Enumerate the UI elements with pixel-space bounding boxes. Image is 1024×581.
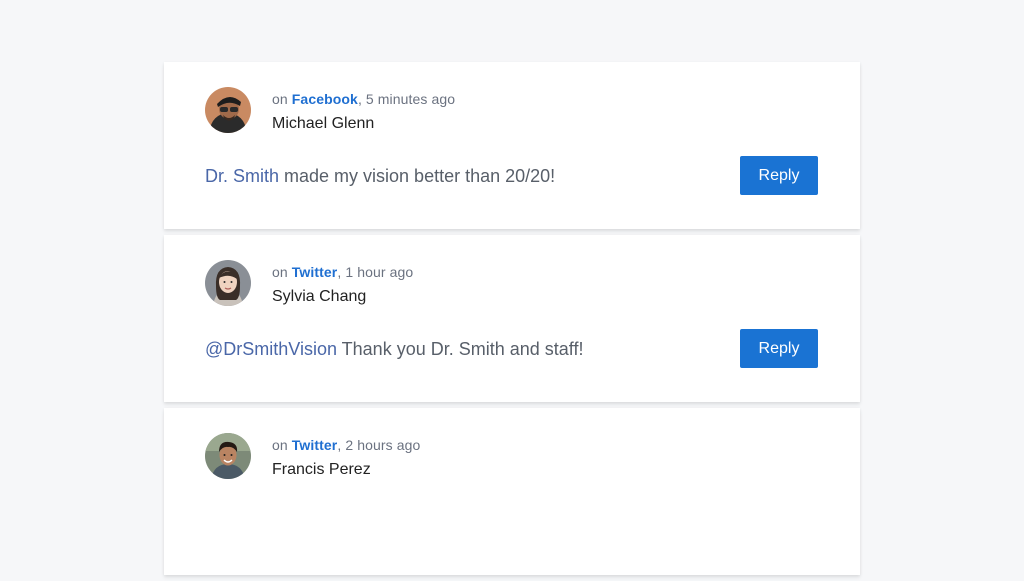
meta-prefix: on: [272, 437, 288, 453]
platform-link[interactable]: Twitter: [292, 437, 338, 453]
author-name: Michael Glenn: [272, 115, 375, 132]
meta-prefix: on: [272, 264, 288, 280]
review-message: Dr. Smith made my vision better than 20/…: [205, 166, 555, 187]
avatar[interactable]: [205, 87, 251, 133]
message-lead[interactable]: @DrSmithVision: [205, 339, 337, 359]
review-feed: on Facebook, 5 minutes ago Michael Glenn…: [164, 62, 860, 581]
review-time: , 2 hours ago: [337, 437, 421, 453]
message-text: Thank you Dr. Smith and staff!: [336, 339, 584, 359]
author-name: Sylvia Chang: [272, 288, 367, 305]
reply-button[interactable]: Reply: [740, 329, 818, 368]
review-card: on Facebook, 5 minutes ago Michael Glenn…: [164, 62, 860, 229]
meta-prefix: on: [272, 91, 288, 107]
author-name: Francis Perez: [272, 461, 371, 478]
reply-button[interactable]: Reply: [740, 156, 818, 195]
review-time: , 5 minutes ago: [357, 91, 456, 107]
review-card: on Twitter, 1 hour ago Sylvia Chang @DrS…: [164, 235, 860, 402]
message-lead: Dr. Smith: [205, 166, 280, 186]
avatar[interactable]: [205, 260, 251, 306]
avatar[interactable]: [205, 433, 251, 479]
platform-link[interactable]: Facebook: [292, 91, 358, 107]
review-meta: on Twitter, 2 hours ago: [272, 437, 420, 453]
review-meta: on Facebook, 5 minutes ago: [272, 91, 455, 107]
review-message: @DrSmithVision Thank you Dr. Smith and s…: [205, 339, 583, 360]
message-text: made my vision better than 20/20!: [279, 166, 556, 186]
platform-link[interactable]: Twitter: [292, 264, 338, 280]
review-card: on Twitter, 2 hours ago Francis Perez: [164, 408, 860, 575]
review-time: , 1 hour ago: [337, 264, 414, 280]
review-meta: on Twitter, 1 hour ago: [272, 264, 413, 280]
